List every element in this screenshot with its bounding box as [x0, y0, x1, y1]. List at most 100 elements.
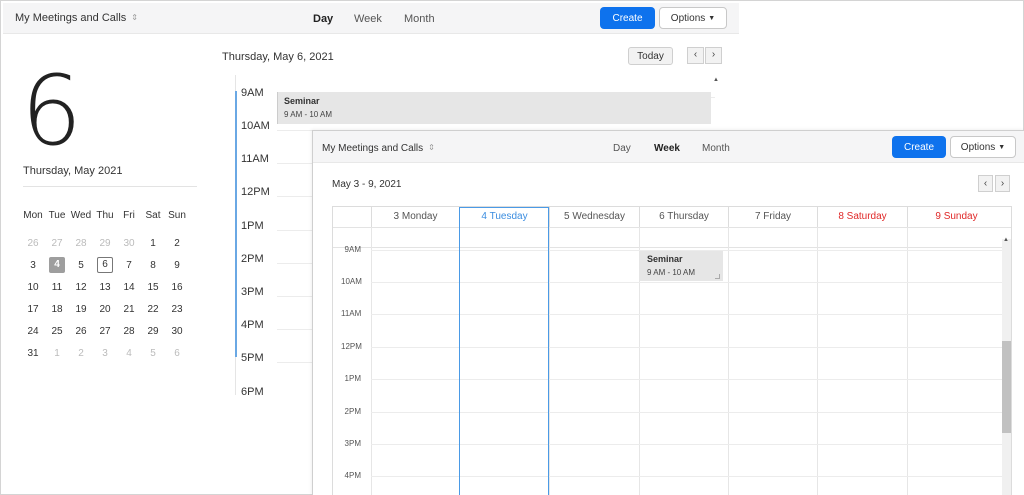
scrollbar-thumb[interactable]	[1002, 341, 1011, 433]
day-cell[interactable]: 31	[21, 348, 45, 359]
column-divider	[817, 227, 818, 495]
day-cell[interactable]: 26	[21, 238, 45, 249]
day-cell[interactable]: 18	[45, 304, 69, 315]
day-cell[interactable]: 13	[93, 282, 117, 293]
day-cell[interactable]: 23	[165, 304, 189, 315]
day-cell[interactable]: 29	[93, 238, 117, 249]
hour-label: 2PM	[241, 253, 264, 265]
day-cell[interactable]: 5	[69, 260, 93, 271]
week-window-topbar: My Meetings and Calls ⇕ Day Week Month Cr…	[313, 131, 1024, 163]
day-cell[interactable]: 29	[141, 326, 165, 337]
day-cell[interactable]: 3	[21, 260, 45, 271]
chevron-left-icon: ‹	[983, 178, 988, 189]
day-column-header[interactable]: 7 Friday	[728, 207, 817, 227]
create-button[interactable]: Create	[892, 136, 946, 158]
hour-label: 2PM	[344, 407, 361, 416]
day-cell[interactable]: 9	[165, 260, 189, 271]
mini-calendar-week: 17 18 19 20 21 22 23	[21, 298, 189, 320]
day-cell[interactable]: 11	[45, 282, 69, 293]
day-cell[interactable]: 15	[141, 282, 165, 293]
options-button[interactable]: Options ▼	[950, 136, 1016, 158]
day-cell[interactable]: 19	[69, 304, 93, 315]
chevron-right-icon: ›	[1000, 178, 1005, 189]
hour-label: 10AM	[241, 120, 270, 132]
day-cell[interactable]: 25	[45, 326, 69, 337]
scroll-up-arrow-icon[interactable]: ▲	[1003, 237, 1009, 243]
day-cell[interactable]: 1	[141, 238, 165, 249]
calendar-title: My Meetings and Calls	[322, 143, 424, 154]
next-week-button[interactable]: ›	[995, 175, 1010, 192]
tab-week[interactable]: Week	[654, 143, 680, 154]
day-cell[interactable]: 21	[117, 304, 141, 315]
mini-calendar-week: 3 4 5 6 7 8 9	[21, 254, 189, 276]
current-day-indicator	[235, 91, 237, 357]
hour-label: 3PM	[344, 439, 361, 448]
day-cell[interactable]: 27	[45, 238, 69, 249]
day-column-header[interactable]: 6 Thursday	[639, 207, 728, 227]
hour-label: 12PM	[241, 186, 270, 198]
day-cell[interactable]: 1	[45, 348, 69, 359]
day-cell[interactable]: 3	[93, 348, 117, 359]
scroll-up-arrow-icon[interactable]: ▲	[713, 77, 719, 83]
day-cell[interactable]: 22	[141, 304, 165, 315]
today-button[interactable]: Today	[628, 47, 673, 65]
day-cell[interactable]: 5	[141, 348, 165, 359]
calendar-selector[interactable]: My Meetings and Calls ⇕	[15, 12, 138, 24]
hour-label: 11AM	[341, 309, 362, 318]
day-column-header[interactable]: 5 Wednesday	[549, 207, 639, 227]
column-divider	[371, 227, 372, 495]
day-cell[interactable]: 16	[165, 282, 189, 293]
mini-calendar-week: 10 11 12 13 14 15 16	[21, 276, 189, 298]
day-cell-selected[interactable]: 6	[93, 257, 117, 273]
day-column-header-weekend[interactable]: 8 Saturday	[817, 207, 907, 227]
sort-icon: ⇕	[131, 13, 138, 22]
event-title: Seminar	[284, 96, 320, 106]
calendar-selector[interactable]: My Meetings and Calls ⇕	[322, 143, 435, 154]
prev-week-button[interactable]: ‹	[978, 175, 993, 192]
day-cell[interactable]: 28	[69, 238, 93, 249]
day-cell[interactable]: 30	[117, 238, 141, 249]
day-cell[interactable]: 6	[165, 348, 189, 359]
resize-grip-icon[interactable]	[715, 274, 720, 279]
day-cell[interactable]: 7	[117, 260, 141, 271]
weekday-label: Thu	[96, 209, 114, 221]
hour-label: 4PM	[344, 471, 361, 480]
column-divider	[907, 227, 908, 495]
day-cell[interactable]: 26	[69, 326, 93, 337]
day-cell[interactable]: 12	[69, 282, 93, 293]
next-day-button[interactable]: ›	[705, 47, 722, 64]
event-seminar[interactable]: Seminar 9 AM - 10 AM	[640, 251, 723, 281]
day-cell[interactable]: 14	[117, 282, 141, 293]
day-cell[interactable]: 17	[21, 304, 45, 315]
weekday-label: Sun	[168, 209, 186, 221]
day-cell[interactable]: 2	[165, 238, 189, 249]
weekday-label: Fri	[123, 209, 135, 221]
day-cell-today[interactable]: 4	[45, 257, 69, 273]
day-column-header[interactable]: 3 Monday	[371, 207, 459, 227]
day-cell[interactable]: 28	[117, 326, 141, 337]
day-cell[interactable]: 4	[117, 348, 141, 359]
today-column-highlight	[459, 207, 549, 495]
day-column-header-weekend[interactable]: 9 Sunday	[907, 207, 1005, 227]
day-cell[interactable]: 2	[69, 348, 93, 359]
tab-month[interactable]: Month	[404, 13, 435, 25]
big-day-number: 6	[21, 55, 82, 167]
event-seminar[interactable]: Seminar 9 AM - 10 AM	[277, 92, 711, 124]
week-grid: 3 Monday 4 Tuesday 5 Wednesday 6 Thursda…	[332, 206, 1012, 495]
day-cell[interactable]: 20	[93, 304, 117, 315]
day-cell[interactable]: 27	[93, 326, 117, 337]
app-frame: My Meetings and Calls ⇕ Day Week Month Cr…	[0, 0, 1024, 495]
day-cell[interactable]: 10	[21, 282, 45, 293]
day-cell[interactable]: 8	[141, 260, 165, 271]
options-button[interactable]: Options ▼	[659, 7, 727, 29]
tab-day[interactable]: Day	[613, 143, 631, 154]
tab-week[interactable]: Week	[354, 13, 382, 25]
header-divider	[333, 227, 1011, 228]
tab-day[interactable]: Day	[313, 13, 333, 25]
create-button[interactable]: Create	[600, 7, 655, 29]
day-cell[interactable]: 30	[165, 326, 189, 337]
hour-label: 10AM	[341, 277, 362, 286]
day-cell[interactable]: 24	[21, 326, 45, 337]
prev-day-button[interactable]: ‹	[687, 47, 704, 64]
tab-month[interactable]: Month	[702, 143, 730, 154]
